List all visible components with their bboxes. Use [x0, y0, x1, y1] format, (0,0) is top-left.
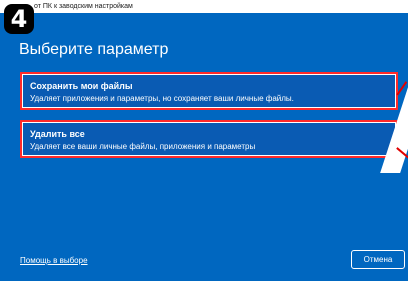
reset-options-dialog: Выберите параметр Сохранить мои файлы Уд…: [0, 13, 408, 281]
window-title: от ПК к заводским настройкам: [34, 3, 133, 10]
keep-my-files-title: Сохранить мои файлы: [30, 81, 133, 91]
keep-my-files-option[interactable]: Сохранить мои файлы Удаляет приложения и…: [20, 72, 398, 110]
keep-my-files-description: Удаляет приложения и параметры, но сохра…: [30, 94, 294, 103]
cancel-button[interactable]: Отмена: [351, 250, 405, 269]
step-number-badge: 4: [4, 4, 34, 34]
help-choosing-link[interactable]: Помощь в выборе: [20, 256, 88, 265]
dialog-heading: Выберите параметр: [19, 41, 169, 58]
window-titlebar: от ПК к заводским настройкам: [0, 0, 408, 13]
remove-everything-option[interactable]: Удалить все Удаляет все ваши личные файл…: [20, 120, 398, 158]
remove-everything-description: Удаляет все ваши личные файлы, приложени…: [30, 142, 256, 151]
remove-everything-title: Удалить все: [30, 129, 85, 139]
